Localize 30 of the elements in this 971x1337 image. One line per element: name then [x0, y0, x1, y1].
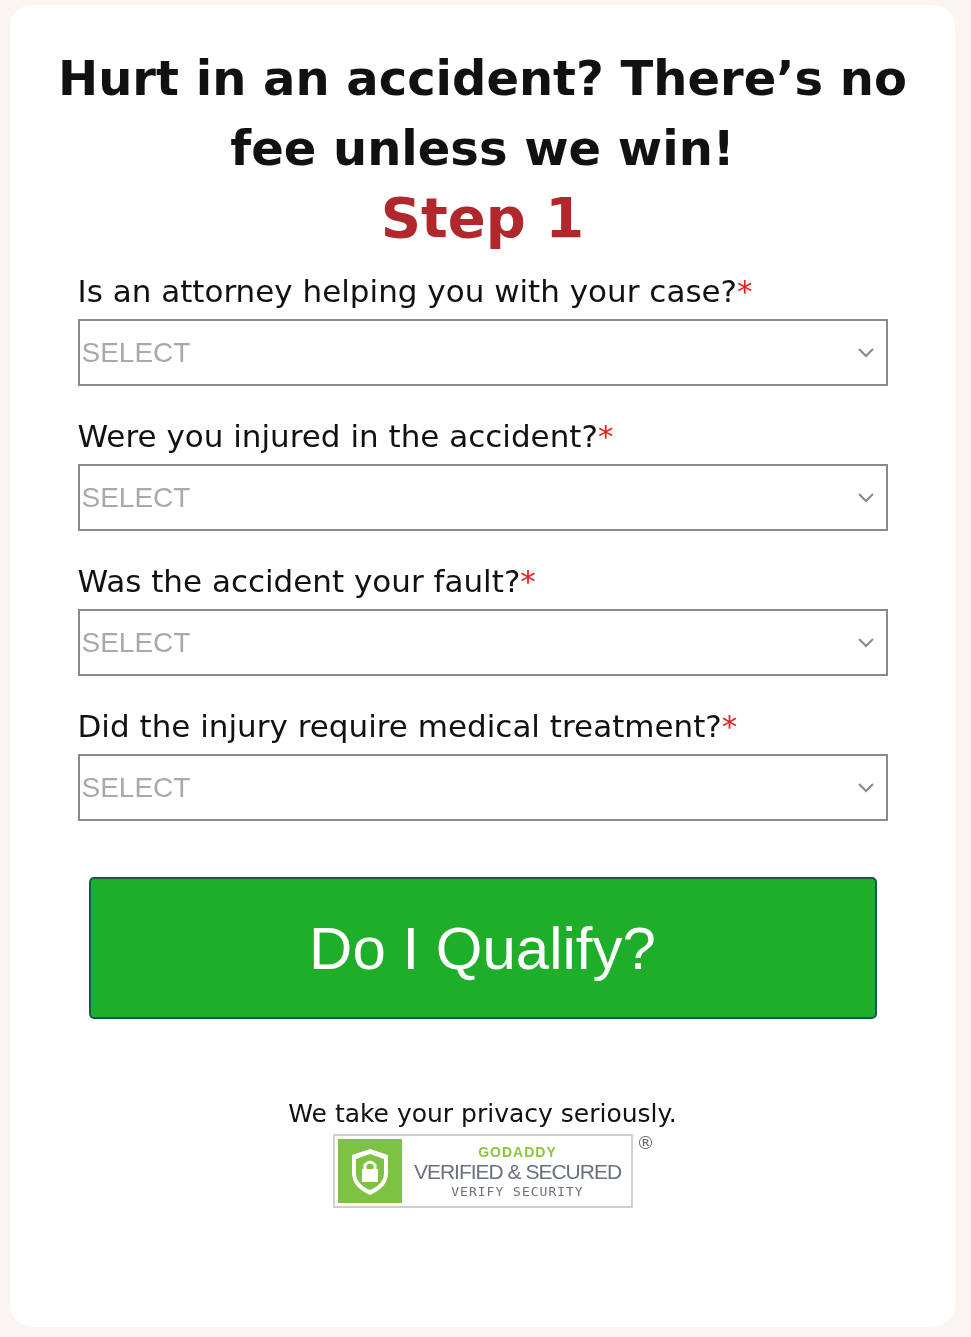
- chevron-down-icon: [857, 492, 874, 503]
- step-title: Step 1: [380, 184, 585, 252]
- required-mark: *: [597, 418, 614, 454]
- required-mark: *: [520, 563, 536, 599]
- chevron-down-icon: [857, 347, 874, 358]
- placeholder: SELECT: [81, 336, 191, 369]
- shield-lock-icon: [337, 1139, 402, 1203]
- select-field[interactable]: SELECT: [77, 464, 888, 531]
- question-label: Did the injury require medical treatment?: [77, 708, 722, 744]
- required-mark: *: [721, 708, 738, 744]
- select-field[interactable]: SELECT: [77, 319, 888, 386]
- privacy-note: We take your privacy seriously.: [288, 1099, 677, 1128]
- security-badge[interactable]: GODADDY VERIFIED & SECURED VERIFY SECURITY: [332, 1134, 633, 1208]
- placeholder: SELECT: [81, 771, 191, 804]
- submit-button[interactable]: Do I Qualify?: [88, 877, 877, 1019]
- badge-title: VERIFIED & SECURED: [413, 1159, 622, 1184]
- headline: Hurt in an accident? There’s no fee unless we win!: [57, 49, 908, 178]
- question-label: Were you injured in the accident?: [77, 418, 598, 454]
- question-label: Was the accident your fault?: [77, 563, 521, 599]
- placeholder: SELECT: [81, 626, 191, 659]
- placeholder: SELECT: [81, 481, 191, 514]
- select-field[interactable]: SELECT: [77, 609, 888, 676]
- registered-mark: ®: [636, 1132, 655, 1153]
- required-mark: *: [737, 273, 753, 309]
- badge-brand: GODADDY: [478, 1143, 557, 1160]
- chevron-down-icon: [857, 637, 874, 648]
- select-field[interactable]: SELECT: [77, 754, 888, 821]
- chevron-down-icon: [857, 782, 874, 793]
- badge-subtitle: VERIFY SECURITY: [451, 1183, 584, 1199]
- question-label: Is an attorney helping you with your case?: [77, 273, 738, 309]
